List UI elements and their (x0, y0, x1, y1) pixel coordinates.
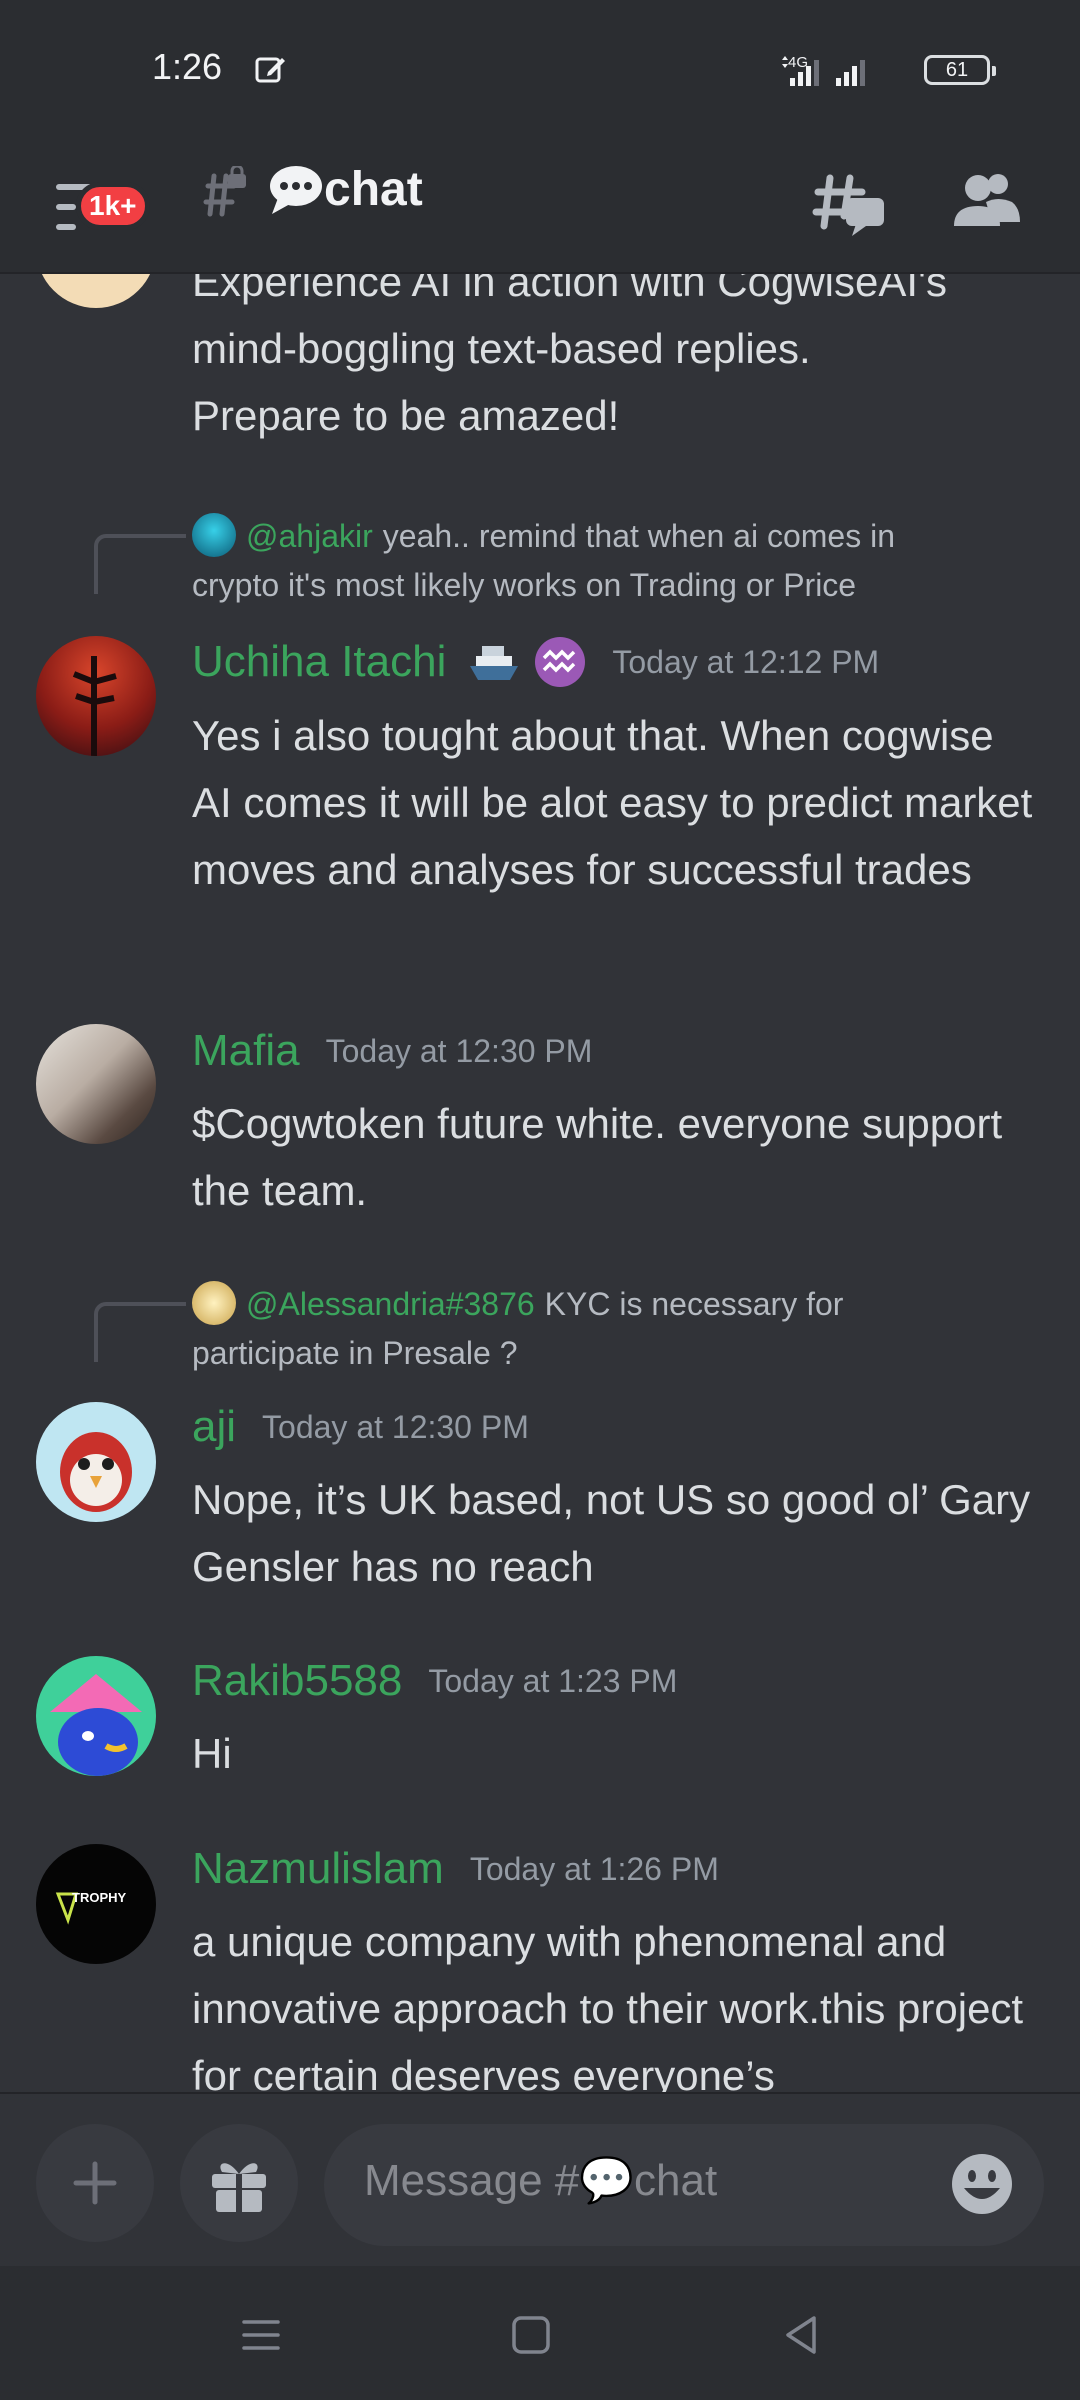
message-content: a unique company with phenomenal and inn… (192, 1918, 1024, 2092)
avatar[interactable] (36, 1024, 156, 1144)
back-icon[interactable] (776, 2310, 826, 2360)
gift-icon (212, 2163, 266, 2212)
threads-icon[interactable] (812, 164, 888, 240)
ship-icon (470, 646, 519, 680)
avatar[interactable] (36, 1402, 156, 1522)
timestamp: Today at 1:26 PM (469, 1850, 719, 1887)
members-icon[interactable] (952, 166, 1022, 236)
gift-button[interactable] (180, 2124, 298, 2242)
reply-connector (94, 534, 186, 594)
reply-mention[interactable]: @Alessandria#3876 (246, 1286, 535, 1322)
message-content: Yes i also tought about that. When cogwi… (192, 712, 1033, 893)
avatar-art (72, 656, 117, 756)
username[interactable]: Mafia (192, 1026, 300, 1076)
avatar[interactable] (36, 274, 156, 308)
reply-preview[interactable]: @ahjakir yeah.. remind that when ai comes… (192, 512, 990, 610)
channel-title: chat (268, 162, 423, 217)
reply-connector (94, 1302, 186, 1362)
avatar-art (60, 1432, 132, 1512)
message-line: Prepare to be amazed! (192, 392, 620, 439)
username[interactable]: Nazmulislam (192, 1844, 444, 1894)
home-icon[interactable] (506, 2310, 556, 2360)
channel-name: chat (324, 163, 423, 216)
trophy-logo: TROPHY (55, 1890, 127, 1925)
recent-apps-icon[interactable] (236, 2310, 286, 2360)
status-bar: 1:26 4G 61 (0, 0, 1080, 140)
add-attachment-button[interactable] (36, 2124, 154, 2242)
edit-icon (255, 57, 285, 83)
message-input[interactable]: Message #💬chat (324, 2124, 1044, 2246)
battery-indicator: 61 (924, 55, 996, 85)
message-line: mind-boggling text-based replies. (192, 325, 811, 372)
message-header: Mafia Today at 12:30 PM (192, 1026, 592, 1076)
timestamp: Today at 12:30 PM (262, 1408, 529, 1445)
avatar-logo-text: TROPHY (72, 1890, 127, 1905)
avatar[interactable] (36, 1656, 156, 1776)
avatar[interactable]: TROPHY (36, 1844, 156, 1964)
aquarius-icon (535, 637, 586, 687)
avatar-art (50, 1674, 142, 1776)
emoji-icon[interactable] (950, 2152, 1014, 2216)
reply-mention[interactable]: @ahjakir (246, 518, 373, 554)
status-indicators: 4G 61 (780, 50, 996, 90)
network-label: 4G (788, 54, 808, 71)
plus-icon (73, 2161, 117, 2205)
message-composer: Message #💬chat (0, 2092, 1080, 2266)
app-root: 1:26 4G 61 1k+ chat Experience AI in act… (0, 0, 1080, 2400)
message-header: Nazmulislam Today at 1:26 PM (192, 1844, 719, 1894)
message-content: $Cogwtoken future white. everyone suppor… (192, 1100, 1003, 1214)
locked-channel-icon (203, 166, 246, 217)
message-content: Nope, it’s UK based, not US so good ol’ … (192, 1476, 1031, 1590)
username[interactable]: Rakib5588 (192, 1656, 402, 1706)
status-time: 1:26 (152, 46, 223, 87)
reply-avatar (192, 1281, 236, 1325)
username[interactable]: Uchiha Itachi (192, 637, 446, 687)
avatar[interactable] (36, 636, 156, 756)
message-content: Hi (192, 1730, 232, 1777)
message-list[interactable]: Experience AI in action with CogwiseAI's… (0, 274, 1080, 2092)
reply-preview[interactable]: @Alessandria#3876 KYC is necessary for pa… (192, 1280, 990, 1378)
system-nav-bar (0, 2266, 1080, 2400)
message-line: Experience AI in action with CogwiseAI's (192, 274, 948, 305)
timestamp: Today at 1:23 PM (428, 1662, 678, 1699)
message-input-placeholder: Message #💬chat (364, 2156, 718, 2205)
message-header: Uchiha Itachi Today at 12:12 PM (192, 636, 879, 688)
message-header: Rakib5588 Today at 1:23 PM (192, 1656, 677, 1706)
message-content: Experience AI in action with CogwiseAI's… (192, 274, 1040, 449)
timestamp: Today at 12:12 PM (612, 643, 880, 680)
speech-bubble-icon (270, 165, 322, 214)
channel-header: 1k+ chat (0, 140, 1080, 274)
message-header: aji Today at 12:30 PM (192, 1402, 529, 1452)
signal-icon: 4G (782, 54, 865, 86)
reply-avatar (192, 513, 236, 557)
timestamp: Today at 12:30 PM (325, 1032, 593, 1069)
username[interactable]: aji (192, 1402, 236, 1452)
notification-badge: 1k+ (76, 182, 150, 230)
